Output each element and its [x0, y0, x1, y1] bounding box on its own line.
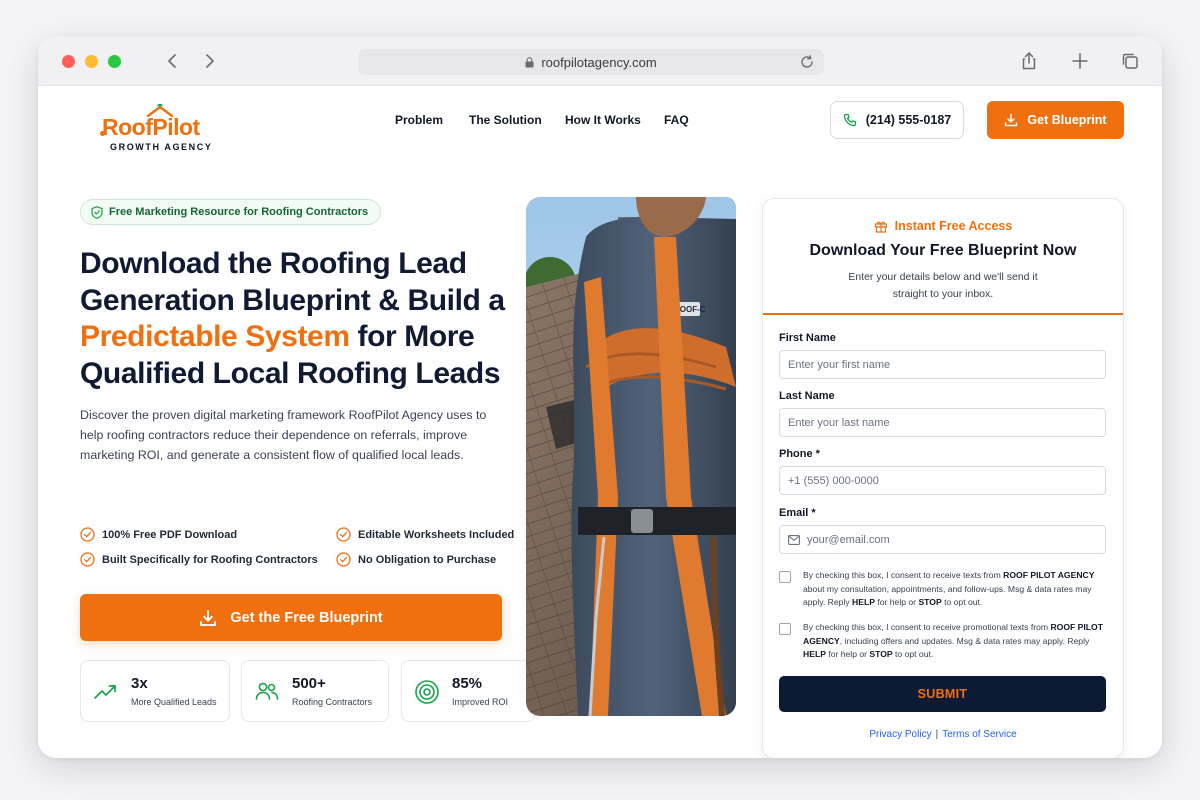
email-field[interactable]: your@email.com: [779, 525, 1106, 554]
stat-value: 85%: [452, 675, 483, 692]
browser-window: roofpilotagency.com RoofPilot GROWTH AGE…: [38, 36, 1162, 758]
feature-item: Editable Worksheets Included: [336, 527, 514, 542]
lead-form-card: Instant Free Access Download Your Free B…: [762, 198, 1124, 758]
get-free-blueprint-label: Get the Free Blueprint: [230, 609, 383, 626]
form-header: Instant Free Access Download Your Free B…: [763, 199, 1123, 315]
gift-icon: [874, 221, 887, 233]
form-kicker: Instant Free Access: [763, 219, 1123, 233]
feature-item: 100% Free PDF Download: [80, 527, 237, 542]
stat-label: Improved ROI: [452, 697, 509, 707]
shield-check-icon: [91, 205, 103, 219]
first-name-label: First Name: [779, 332, 836, 344]
link-separator: |: [935, 729, 939, 740]
back-icon[interactable]: [162, 50, 184, 72]
logo-word-roof: Roof: [102, 114, 153, 140]
hero-headline: Download the Roofing Lead Generation Blu…: [80, 246, 530, 392]
legal-links: Privacy Policy | Terms of Service: [763, 729, 1123, 740]
resource-badge-text: Free Marketing Resource for Roofing Cont…: [109, 206, 369, 218]
check-circle-icon: [80, 527, 95, 542]
lock-icon: [525, 56, 534, 67]
roofer-photo: ROOF-C: [526, 197, 736, 716]
new-tab-icon[interactable]: [1070, 51, 1090, 71]
brand-logo[interactable]: RoofPilot GROWTH AGENCY: [100, 102, 230, 152]
email-placeholder: your@email.com: [807, 533, 890, 546]
consent-checkbox-promotional[interactable]: [779, 623, 791, 635]
stat-value: 3x: [131, 675, 148, 692]
url-text: roofpilotagency.com: [541, 54, 657, 70]
address-bar[interactable]: roofpilotagency.com: [358, 49, 824, 75]
last-name-field[interactable]: Enter your last name: [779, 408, 1106, 437]
form-kicker-text: Instant Free Access: [894, 219, 1013, 233]
target-icon: [415, 680, 439, 704]
phone-button[interactable]: (214) 555-0187: [830, 101, 964, 139]
nav-link-how-it-works[interactable]: How It Works: [565, 113, 641, 127]
feature-item: No Obligation to Purchase: [336, 552, 496, 567]
form-title: Download Your Free Blueprint Now: [809, 242, 1077, 259]
stat-card: 3x More Qualified Leads: [80, 660, 230, 722]
nav-link-problem[interactable]: Problem: [395, 113, 443, 127]
check-circle-icon: [80, 552, 95, 567]
terms-of-service-link[interactable]: Terms of Service: [942, 729, 1016, 740]
consent-text: By checking this box, I consent to recei…: [803, 622, 1103, 659]
tabs-overview-icon[interactable]: [1120, 51, 1140, 71]
stat-card: 85% Improved ROI: [401, 660, 535, 722]
phone-icon: [843, 113, 856, 127]
feature-label: Built Specifically for Roofing Contracto…: [102, 553, 318, 566]
sms-consent-transactional: By checking this box, I consent to recei…: [779, 569, 1109, 611]
consent-text: By checking this box, I consent to recei…: [803, 570, 1095, 607]
last-name-label: Last Name: [779, 390, 835, 402]
feature-item: Built Specifically for Roofing Contracto…: [80, 552, 318, 567]
stat-label: More Qualified Leads: [131, 697, 217, 707]
form-description: Enter your details below and we'll send …: [848, 271, 1038, 300]
sms-consent-promotional: By checking this box, I consent to recei…: [779, 621, 1109, 663]
privacy-policy-link[interactable]: Privacy Policy: [869, 729, 931, 740]
nav-link-faq[interactable]: FAQ: [664, 113, 689, 127]
feature-label: No Obligation to Purchase: [358, 553, 497, 566]
get-blueprint-button[interactable]: Get Blueprint: [987, 101, 1124, 139]
reload-icon[interactable]: [799, 54, 815, 70]
download-icon: [1005, 113, 1018, 127]
phone-label: Phone *: [779, 448, 820, 460]
first-name-field[interactable]: Enter your first name: [779, 350, 1106, 379]
stat-card: 500+ Roofing Contractors: [241, 660, 389, 722]
consent-checkbox-transactional[interactable]: [779, 571, 791, 583]
close-window-button[interactable]: [62, 55, 75, 68]
trending-up-icon: [94, 685, 116, 699]
resource-badge: Free Marketing Resource for Roofing Cont…: [80, 199, 382, 225]
check-circle-icon: [336, 527, 351, 542]
minimize-window-button[interactable]: [85, 55, 98, 68]
headline-accent: Predictable System: [80, 320, 350, 353]
feature-label: Editable Worksheets Included: [358, 528, 515, 541]
feature-label: 100% Free PDF Download: [102, 528, 238, 541]
phone-placeholder: +1 (555) 000-0000: [788, 474, 879, 487]
last-name-placeholder: Enter your last name: [788, 416, 890, 429]
get-blueprint-label: Get Blueprint: [1027, 113, 1107, 127]
get-free-blueprint-button[interactable]: Get the Free Blueprint: [80, 594, 502, 641]
mail-icon: [788, 534, 800, 545]
forward-icon[interactable]: [198, 50, 220, 72]
phone-number: (214) 555-0187: [865, 113, 952, 127]
email-label: Email *: [779, 507, 816, 519]
check-circle-icon: [336, 552, 351, 567]
landing-page: RoofPilot GROWTH AGENCY Problem The Solu…: [38, 86, 1162, 758]
download-icon: [200, 609, 217, 626]
hero-description: Discover the proven digital marketing fr…: [80, 408, 487, 462]
headline-part-1: Download the Roofing Lead Generation Blu…: [80, 247, 505, 317]
users-icon: [255, 682, 279, 700]
logo-tagline: GROWTH AGENCY: [110, 142, 213, 152]
share-icon[interactable]: [1019, 51, 1039, 71]
first-name-placeholder: Enter your first name: [788, 358, 891, 371]
stat-label: Roofing Contractors: [292, 697, 373, 707]
maximize-window-button[interactable]: [108, 55, 121, 68]
submit-button[interactable]: SUBMIT: [779, 676, 1106, 712]
nav-link-solution[interactable]: The Solution: [469, 113, 542, 127]
logo-word-pilot: Pilot: [152, 114, 200, 140]
phone-field[interactable]: +1 (555) 000-0000: [779, 466, 1106, 495]
stat-value: 500+: [292, 675, 326, 692]
browser-toolbar: roofpilotagency.com: [38, 36, 1162, 86]
logo-wordmark: RoofPilot: [102, 114, 200, 141]
